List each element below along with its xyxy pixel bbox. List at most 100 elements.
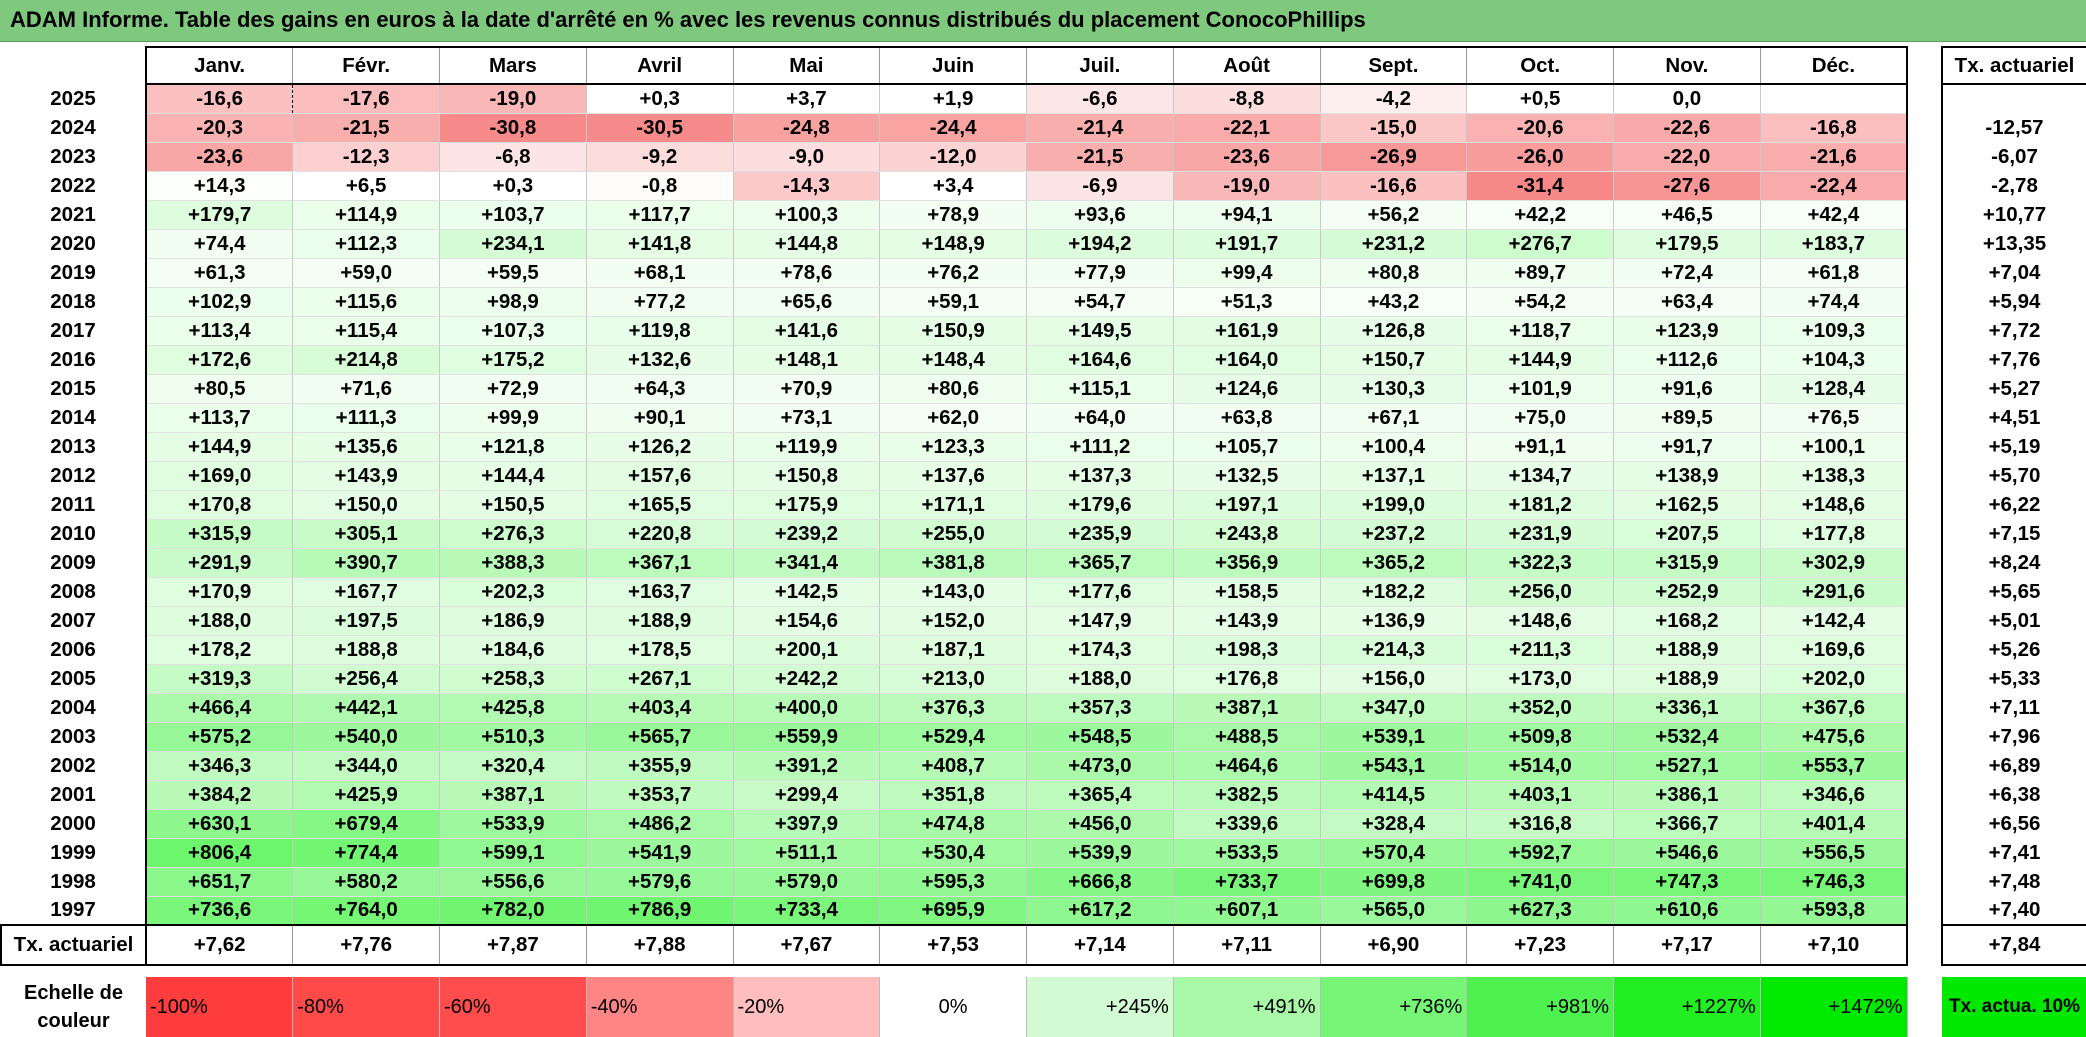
gain-cell: +61,8 (1760, 258, 1908, 288)
gain-cell: +679,4 (292, 809, 440, 839)
gain-cell: +214,3 (1320, 635, 1468, 665)
gain-cell: +59,1 (879, 287, 1027, 317)
gain-cell: +276,3 (439, 519, 587, 549)
year-rate: +6,38 (1941, 780, 2086, 809)
gain-cell: +46,5 (1613, 200, 1761, 230)
gain-cell: +200,1 (733, 635, 881, 665)
gain-cell: +80,8 (1320, 258, 1468, 288)
gain-cell: +211,3 (1466, 635, 1614, 665)
gain-cell: +112,6 (1613, 345, 1761, 375)
gain-cell: +305,1 (292, 519, 440, 549)
gain-cell: +425,9 (292, 780, 440, 810)
gain-cell: +178,5 (586, 635, 734, 665)
gain-cell: +267,1 (586, 664, 734, 694)
gain-cell: +105,7 (1173, 432, 1321, 462)
year-row: 2011 +170,8 +150,0 +150,5 +165,5 +175,9 +171,1… (1, 490, 1908, 520)
gain-cell: -15,0 (1320, 113, 1468, 143)
gain-cell (1760, 84, 1908, 114)
gain-cell: +231,2 (1320, 229, 1468, 259)
gain-cell: +315,9 (145, 519, 294, 549)
gain-cell: +89,7 (1466, 258, 1614, 288)
gain-cell: +391,2 (733, 751, 881, 781)
gain-cell: +764,0 (292, 896, 440, 926)
year-rate: +7,96 (1941, 722, 2086, 751)
gain-cell: +174,3 (1026, 635, 1174, 665)
gain-cell: +152,0 (879, 606, 1027, 636)
gain-cell: +137,6 (879, 461, 1027, 491)
gain-cell: +466,4 (145, 693, 294, 723)
gain-cell: -22,0 (1613, 142, 1761, 172)
gain-cell: +736,6 (145, 896, 294, 926)
gain-cell: +147,9 (1026, 606, 1174, 636)
gain-cell: +207,5 (1613, 519, 1761, 549)
year-rate: +5,19 (1941, 432, 2086, 461)
color-scale-swatch: -40% (586, 977, 734, 1037)
year-row: 2001 +384,2 +425,9 +387,1 +353,7 +299,4 +351,8… (1, 780, 1908, 810)
gain-cell: +156,0 (1320, 664, 1468, 694)
gain-cell: +510,3 (439, 722, 587, 752)
gain-cell: +167,7 (292, 577, 440, 607)
year-label: 2004 (50, 695, 96, 719)
gain-cell: +414,5 (1320, 780, 1468, 810)
gain-cell: +319,3 (145, 664, 294, 694)
year-rate: +5,94 (1941, 287, 2086, 316)
gain-cell: +197,5 (292, 606, 440, 636)
gain-cell: +143,9 (292, 461, 440, 491)
gain-cell: +188,9 (1613, 635, 1761, 665)
gain-cell: +175,2 (439, 345, 587, 375)
report-title: ADAM Informe. Table des gains en euros à… (10, 7, 1366, 32)
gain-cell: +579,0 (733, 867, 881, 897)
year-label: 2007 (50, 608, 96, 632)
year-row: 2021 +179,7 +114,9 +103,7 +117,7 +100,3 +78,9 +… (1, 200, 1908, 230)
year-label: 2012 (50, 463, 96, 487)
gain-cell: +194,2 (1026, 229, 1174, 259)
gain-cell: +130,3 (1320, 374, 1468, 404)
gain-cell: +111,2 (1026, 432, 1174, 462)
gain-cell: +3,7 (733, 84, 881, 114)
color-scale-swatch: +1227% (1613, 977, 1761, 1037)
gain-cell: +242,2 (733, 664, 881, 694)
gain-cell: +346,6 (1760, 780, 1908, 810)
gain-cell: +376,3 (879, 693, 1027, 723)
gain-cell: +119,9 (733, 432, 881, 462)
gain-cell: +91,1 (1466, 432, 1614, 462)
gain-cell: +89,5 (1613, 403, 1761, 433)
year-row: 2006 +178,2 +188,8 +184,6 +178,5 +200,1 +187,1… (1, 635, 1908, 665)
gain-cell: +231,9 (1466, 519, 1614, 549)
gain-cell: +107,3 (439, 316, 587, 346)
year-rate: +5,27 (1941, 374, 2086, 403)
gain-cell: +235,9 (1026, 519, 1174, 549)
gain-cell: +172,6 (145, 345, 294, 375)
gain-cell: +65,6 (733, 287, 881, 317)
gain-cell: +113,4 (145, 316, 294, 346)
gain-cell: +539,1 (1320, 722, 1468, 752)
year-row: 2000 +630,1 +679,4 +533,9 +486,2 +397,9 +474,8… (1, 809, 1908, 839)
year-row: 2005 +319,3 +256,4 +258,3 +267,1 +242,2 +213,0… (1, 664, 1908, 694)
gain-cell: +367,1 (586, 548, 734, 578)
year-rate: +10,77 (1941, 200, 2086, 229)
year-row: 2023 -23,6 -12,3 -6,8 -9,2 -9,0 -12,0 -21,5 -23,… (1, 142, 1908, 172)
gain-cell: +442,1 (292, 693, 440, 723)
year-label: 2016 (50, 347, 96, 371)
gain-cell: +351,8 (879, 780, 1027, 810)
year-label: 2025 (50, 86, 96, 110)
gain-cell: +234,1 (439, 229, 587, 259)
gain-cell: +291,9 (145, 548, 294, 578)
gain-cell: +556,5 (1760, 838, 1908, 868)
gain-cell: +148,6 (1466, 606, 1614, 636)
gain-cell: +100,1 (1760, 432, 1908, 462)
year-label: 2019 (50, 260, 96, 284)
gain-cell: +76,2 (879, 258, 1027, 288)
gain-cell: +187,1 (879, 635, 1027, 665)
gain-cell: +171,1 (879, 490, 1027, 520)
gain-cell: +388,3 (439, 548, 587, 578)
gain-cell: +134,7 (1466, 461, 1614, 491)
gain-cell: +336,1 (1613, 693, 1761, 723)
gain-cell: +144,4 (439, 461, 587, 491)
year-label: 2022 (50, 173, 96, 197)
month-rate: +7,11 (1173, 924, 1321, 966)
gain-cell: +150,7 (1320, 345, 1468, 375)
gain-cell: +98,9 (439, 287, 587, 317)
gain-cell: +59,0 (292, 258, 440, 288)
gain-cell: +747,3 (1613, 867, 1761, 897)
